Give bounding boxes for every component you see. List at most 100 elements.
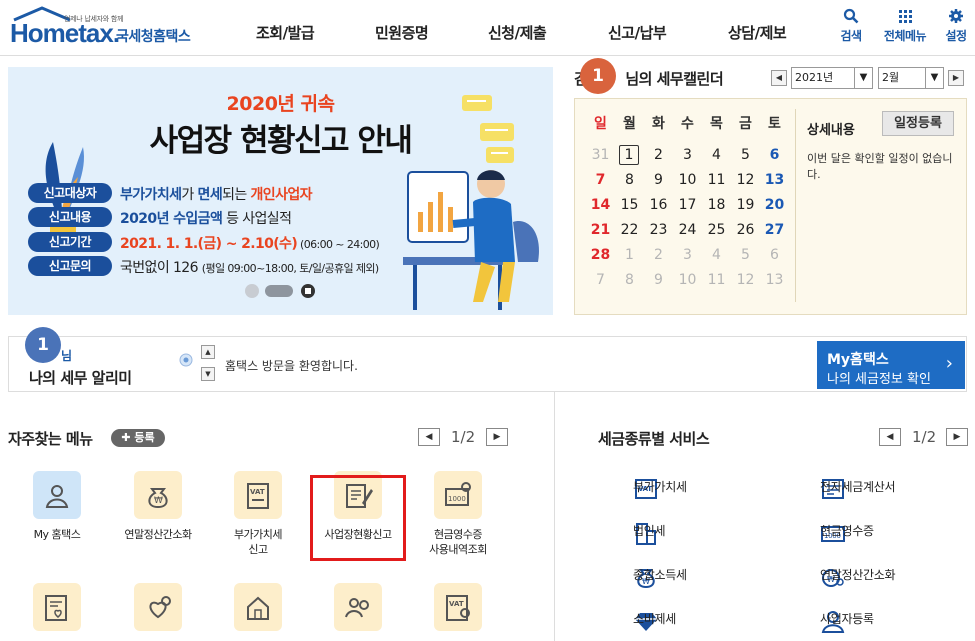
favorite-menu-item[interactable]: ₩ 연말정산간소화 [113,471,203,542]
calendar-day[interactable]: 25 [702,222,731,238]
nav-apply-submit[interactable]: 신청/제출 [488,22,547,43]
favorite-menu-item[interactable] [113,583,203,639]
calendar-year-select[interactable]: 2021년 ▼ [791,67,873,89]
favorites-register-button[interactable]: ✚ 등록 [111,429,165,447]
calendar-day-outside[interactable]: 5 [731,247,760,263]
favorites-prev-button[interactable]: ◀ [418,428,440,446]
nav-consult-report[interactable]: 상담/제보 [728,22,787,43]
favorite-menu-item[interactable] [213,583,303,639]
banner-label-target: 신고대상자 [28,183,112,203]
grid-menu-icon [880,8,930,24]
slide-dot-2-active[interactable] [265,285,293,297]
calendar-day[interactable]: 12 [731,172,760,188]
calendar-day[interactable]: 19 [731,197,760,213]
my-hometax-button[interactable]: My홈택스 나의 세금정보 확인 › [817,341,965,389]
calendar-day[interactable]: 21 [586,222,615,238]
calendar-month-select[interactable]: 2월 ▼ [878,67,944,89]
banner-text-period: 2021. 1. 1.(금) ~ 2.10(수) (06:00 ~ 24:00) [120,233,380,253]
calendar-day[interactable]: 24 [673,222,702,238]
tax-service-label: 사업자등록 [820,612,874,626]
calendar-day[interactable]: 15 [615,197,644,213]
calendar-day[interactable]: 28 [586,247,615,263]
banner-text-fragment: 등 사업실적 [222,211,292,227]
calendar-day-outside[interactable]: 3 [673,247,702,263]
calendar-day-outside[interactable]: 7 [586,272,615,288]
chevron-right-icon: › [945,353,953,374]
tax-service-label: 종합소득세 [633,568,687,582]
calendar-day-outside[interactable]: 6 [760,247,789,263]
main-banner[interactable]: 2020년 귀속 사업장 현황신고 안내 신고대상자 부가가치세가 면세되는 개… [8,67,553,315]
calendar-day-outside[interactable]: 2 [644,247,673,263]
weekday-header: 화 [652,116,665,132]
hometax-logo[interactable]: 언제나 납세자와 함께 Hometax. 국세청홈택스 [6,6,196,50]
banner-text-fragment: (06:00 ~ 24:00) [297,238,380,251]
banner-text-fragment: 가 [181,187,198,203]
money-bag-icon: ₩ [134,471,182,519]
favorite-menu-item[interactable]: My 홈택스 [12,471,102,542]
calendar-day[interactable]: 1 [619,145,639,165]
calendar-day[interactable]: 13 [760,172,789,188]
favorite-menu-item[interactable] [313,583,403,639]
tax-services-page-indicator: 1/2 [912,428,937,446]
calendar-day[interactable]: 10 [673,172,702,188]
favorite-menu-item[interactable] [12,583,102,639]
calendar-day[interactable]: 26 [731,222,760,238]
slide-dot-1[interactable] [245,284,259,298]
alert-step-badge: 1 [25,327,61,363]
banner-label-period: 신고기간 [28,232,112,252]
calendar-day[interactable]: 11 [702,172,731,188]
calendar-next-button[interactable]: ▶ [948,70,964,86]
weekday-header: 금 [739,116,752,132]
calendar-prev-button[interactable]: ◀ [771,70,787,86]
tax-services-prev-button[interactable]: ◀ [879,428,901,446]
calendar-day[interactable]: 2 [644,147,673,163]
calendar-divider [795,109,796,302]
calendar-day-outside[interactable]: 11 [702,272,731,288]
search-button[interactable]: 검색 [826,8,876,44]
calendar-day-outside[interactable]: 9 [644,272,673,288]
calendar-day[interactable]: 3 [673,147,702,163]
favorite-menu-item[interactable]: 1000 현금영수증 사용내역조회 [413,471,503,557]
calendar-day[interactable]: 17 [673,197,702,213]
calendar-day[interactable]: 27 [760,222,789,238]
favorite-menu-item[interactable]: VAT 부가가치세 신고 [213,471,303,557]
banner-text-fragment: 부가가치세 [120,187,182,203]
calendar-day[interactable]: 9 [644,172,673,188]
calendar-day-outside[interactable]: 8 [615,272,644,288]
favorites-next-button[interactable]: ▶ [486,428,508,446]
banner-text-content: 2020년 수입금액 등 사업실적 [120,208,292,228]
favorite-menu-label: 연말정산간소화 [124,528,192,541]
calendar-day-outside[interactable]: 31 [586,147,615,163]
favorite-menu-item[interactable]: VAT [413,583,503,639]
add-schedule-button[interactable]: 일정등록 [882,111,954,136]
calendar-day[interactable]: 20 [760,197,789,213]
calendar-day-outside[interactable]: 13 [760,272,789,288]
alert-down-button[interactable]: ▼ [201,367,215,381]
calendar-day-outside[interactable]: 4 [702,247,731,263]
nav-civil-certificate[interactable]: 민원증명 [375,22,429,43]
calendar-day[interactable]: 4 [702,147,731,163]
calendar-day[interactable]: 6 [760,147,789,163]
calendar-day-outside[interactable]: 12 [731,272,760,288]
alert-up-button[interactable]: ▲ [201,345,215,359]
calendar-day[interactable]: 7 [586,172,615,188]
nav-report-pay[interactable]: 신고/납부 [608,22,667,43]
calendar-day[interactable]: 23 [644,222,673,238]
nav-inquiry-issue[interactable]: 조회/발급 [256,22,315,43]
weekday-header: 일 [594,116,607,132]
calendar-day[interactable]: 5 [731,147,760,163]
tax-services-next-button[interactable]: ▶ [946,428,968,446]
calendar-day-outside[interactable]: 1 [615,247,644,263]
calendar-day[interactable]: 14 [586,197,615,213]
calendar-day[interactable]: 18 [702,197,731,213]
worker-illustration [403,170,539,310]
calendar-day[interactable]: 8 [615,172,644,188]
full-menu-button[interactable]: 전체메뉴 [880,8,930,44]
banner-label-content: 신고내용 [28,207,112,227]
calendar-day[interactable]: 22 [615,222,644,238]
search-label: 검색 [840,29,862,43]
settings-button[interactable]: 설정 [931,8,975,44]
document-heart-icon [33,583,81,631]
calendar-day[interactable]: 16 [644,197,673,213]
calendar-day-outside[interactable]: 10 [673,272,702,288]
